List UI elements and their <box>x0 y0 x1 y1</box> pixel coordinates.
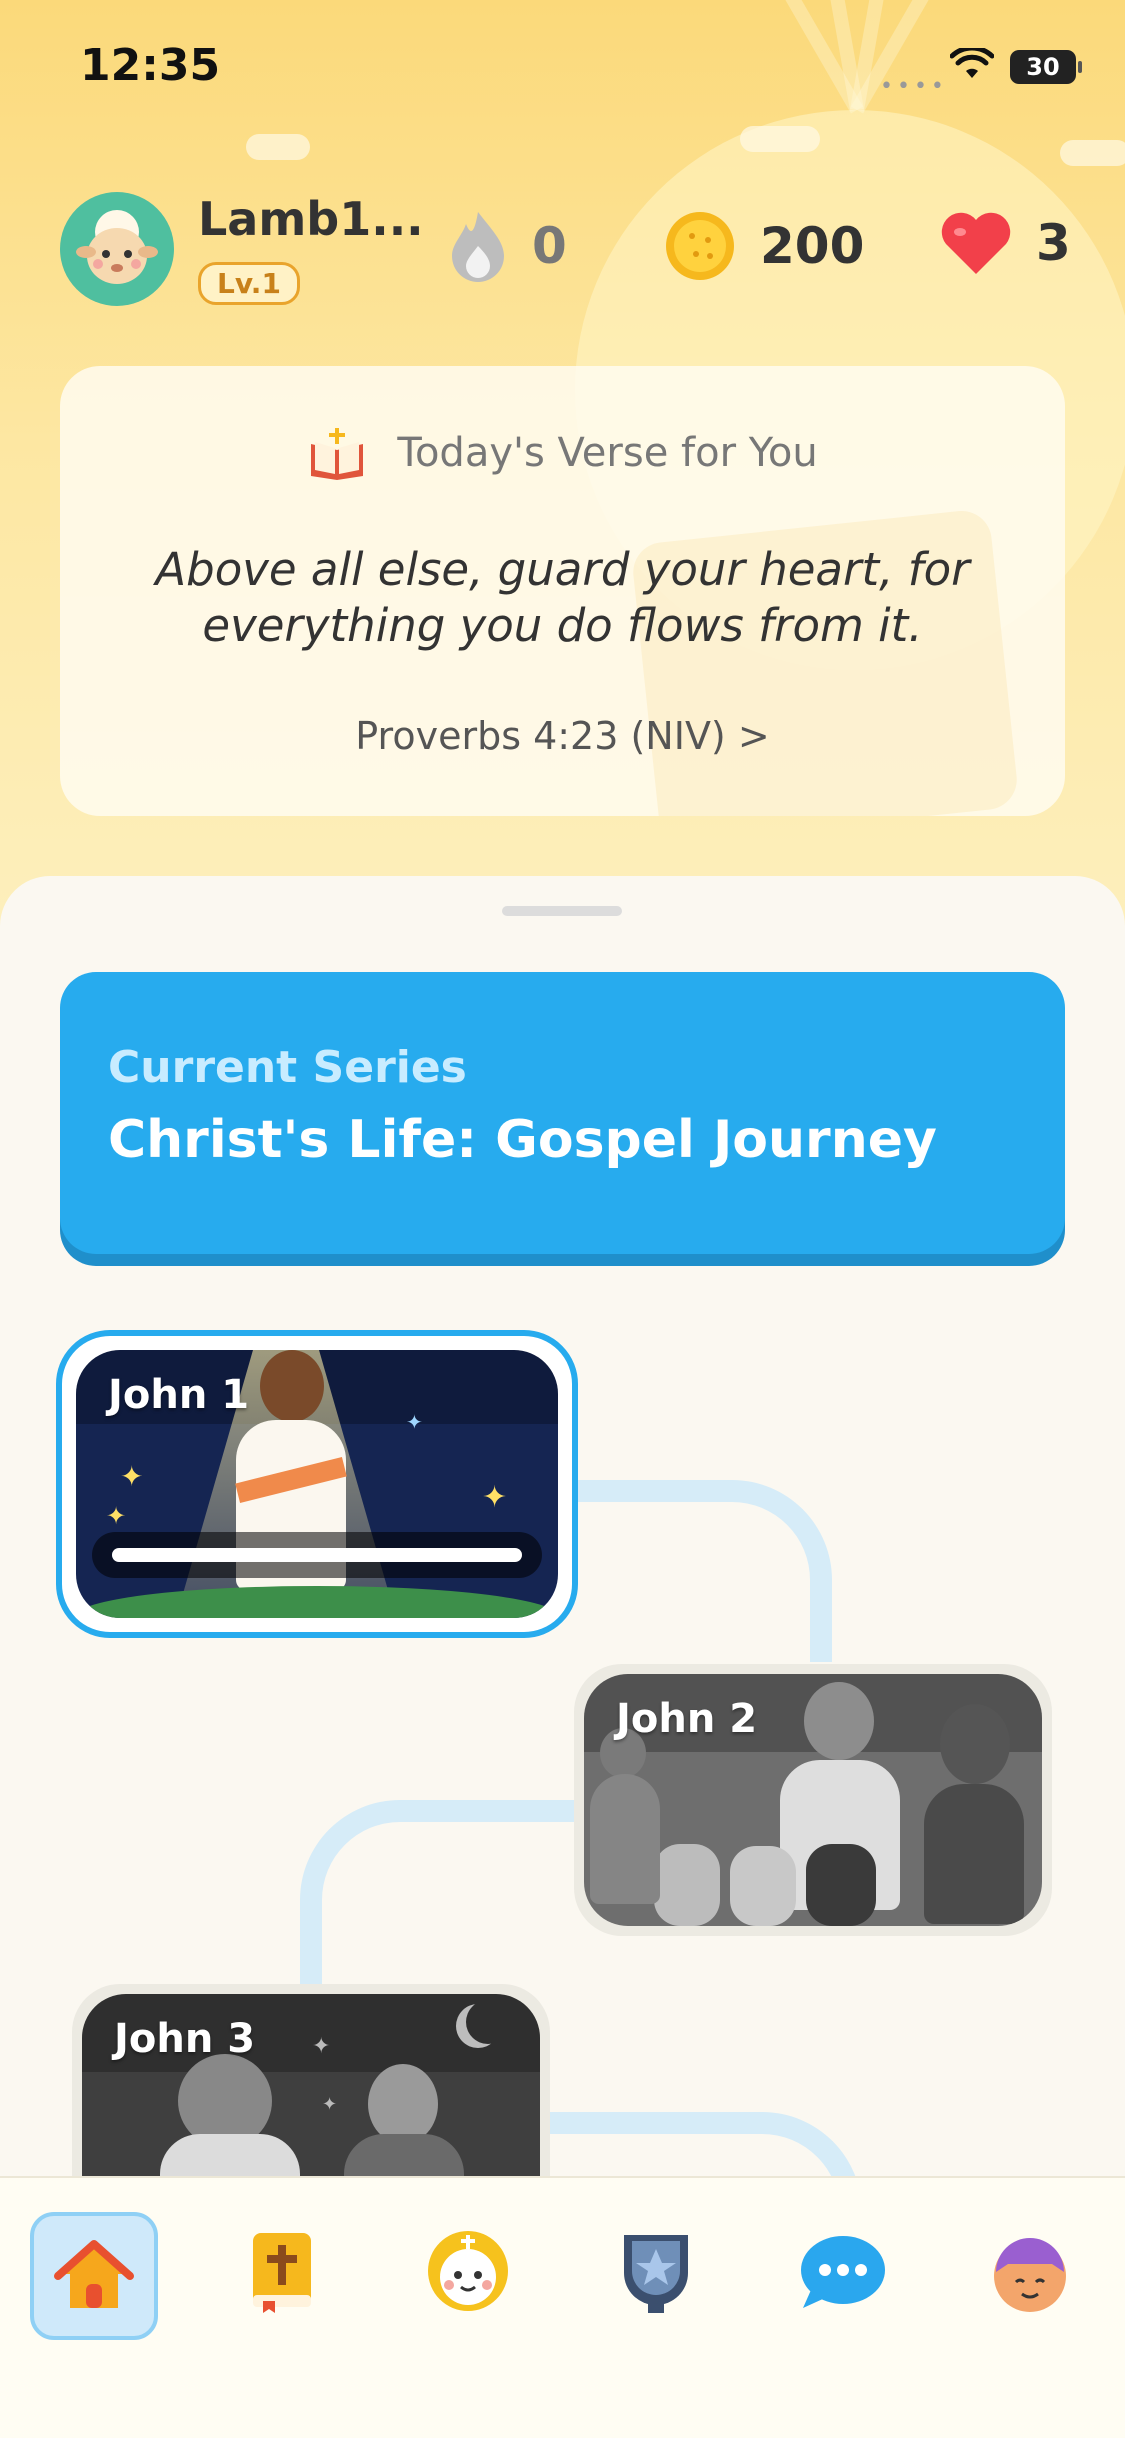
sheet-drag-handle[interactable] <box>502 906 622 916</box>
nicodemus-figure <box>368 2064 438 2144</box>
daily-verse-card[interactable]: Today's Verse for You Above all else, gu… <box>60 366 1065 816</box>
status-bar: 12:35 •••• 30 <box>0 0 1125 130</box>
home-icon <box>54 2240 134 2308</box>
chapter-card-john-1[interactable]: John 1 ✦ ✦ ✦ ✦ <box>56 1330 578 1638</box>
chapter-title: John 2 <box>616 1696 758 1742</box>
nav-home[interactable] <box>30 2212 158 2340</box>
bible-icon <box>253 2233 311 2313</box>
chapter-title: John 3 <box>114 2016 256 2062</box>
lamb-icon <box>428 2231 508 2311</box>
water-jar <box>654 1844 720 1926</box>
star-icon: ✦ <box>406 1410 423 1434</box>
heart-icon <box>941 212 1011 274</box>
verse-reference-link[interactable]: Proverbs 4:23 (NIV) > <box>60 714 1065 758</box>
mary-figure <box>940 1704 1010 1784</box>
chapter-title: John 1 <box>108 1372 250 1418</box>
badge-icon <box>624 2235 688 2313</box>
lamb-avatar-icon <box>76 210 158 284</box>
flame-icon <box>452 212 504 282</box>
coin-icon <box>666 212 734 280</box>
hearts-value: 3 <box>1036 214 1071 272</box>
star-icon: ✦ <box>106 1502 127 1530</box>
bottom-nav <box>0 2176 1125 2438</box>
jesus-figure <box>804 1682 874 1760</box>
username: Lamb1... <box>198 192 424 246</box>
signal-icon: •••• <box>880 74 948 99</box>
battery-icon: 30 <box>1010 50 1082 84</box>
coins-value: 200 <box>760 217 865 275</box>
series-label: Current Series <box>108 1042 467 1093</box>
verse-text: Above all else, guard your heart, for ev… <box>155 543 970 652</box>
chapter-illustration: John 1 ✦ ✦ ✦ ✦ <box>76 1350 558 1618</box>
series-title: Christ's Life: Gospel Journey <box>108 1110 937 1170</box>
avatar[interactable] <box>60 192 174 306</box>
hearts-stat[interactable]: 3 <box>940 210 1071 276</box>
level-badge: Lv.1 <box>198 262 300 305</box>
nav-lamb[interactable] <box>408 2212 528 2332</box>
status-time: 12:35 <box>80 40 221 91</box>
progress-fill <box>112 1548 522 1562</box>
nav-chat[interactable] <box>782 2212 902 2332</box>
path-connector <box>560 1480 832 1662</box>
star-icon: ✦ <box>312 2034 331 2059</box>
progress-track <box>92 1532 542 1578</box>
cloud-decoration <box>1060 140 1125 166</box>
streak-stat[interactable]: 0 <box>448 210 567 282</box>
nav-bible[interactable] <box>222 2212 342 2332</box>
current-series-card[interactable]: Current Series Christ's Life: Gospel Jou… <box>60 972 1065 1254</box>
wine-jar <box>806 1844 876 1926</box>
verse-title: Today's Verse for You <box>397 430 818 476</box>
chat-icon <box>801 2236 885 2308</box>
cloud-decoration <box>246 134 310 160</box>
wifi-icon <box>950 48 994 78</box>
streak-value: 0 <box>532 217 567 275</box>
chapter-card-john-2[interactable]: John 2 <box>574 1664 1052 1936</box>
moon-icon <box>466 2000 510 2044</box>
water-jar <box>730 1846 796 1926</box>
nav-badges[interactable] <box>596 2212 716 2332</box>
star-icon: ✦ <box>120 1460 144 1493</box>
earth <box>76 1586 558 1618</box>
profile-icon <box>994 2238 1066 2312</box>
verse-header: Today's Verse for You <box>60 426 1065 480</box>
star-icon: ✦ <box>482 1480 508 1515</box>
star-icon: ✦ <box>322 2094 338 2115</box>
jesus-figure <box>260 1350 324 1422</box>
chapter-illustration: John 2 <box>584 1674 1042 1926</box>
coins-stat[interactable]: 200 <box>664 210 864 282</box>
open-bible-icon <box>311 428 364 480</box>
nav-profile[interactable] <box>970 2212 1090 2332</box>
